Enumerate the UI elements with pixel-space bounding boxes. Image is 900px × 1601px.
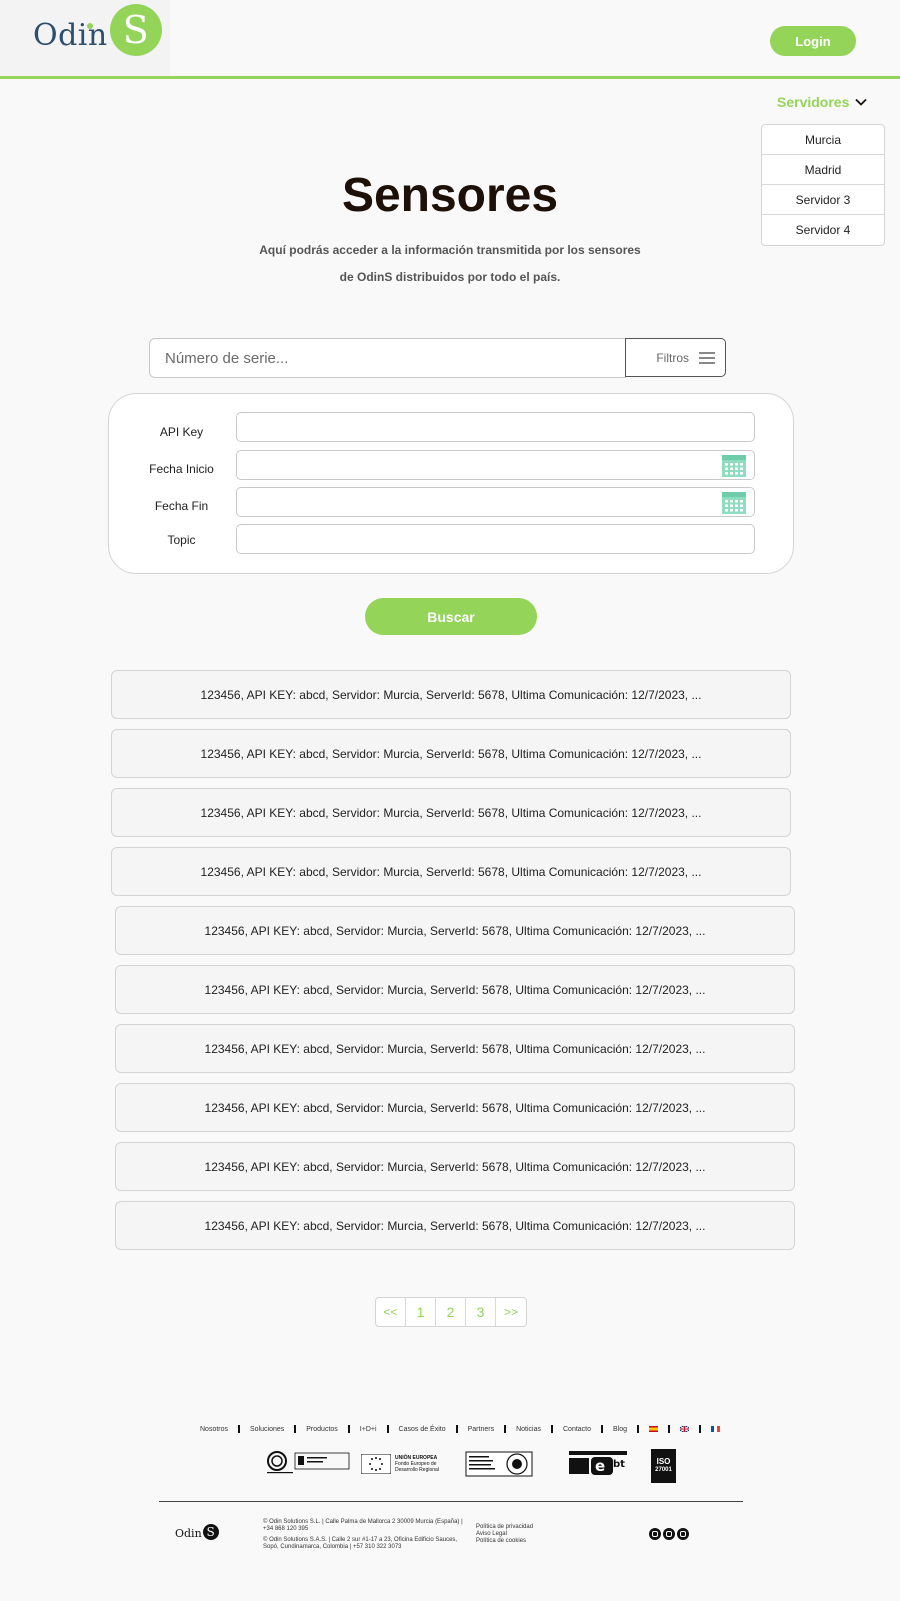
topic-input[interactable]	[236, 524, 755, 554]
logo-text: Odin	[33, 17, 108, 53]
serial-search-input[interactable]	[149, 338, 626, 378]
api-key-input[interactable]	[236, 412, 755, 442]
pagination-page-2[interactable]: 2	[436, 1298, 466, 1326]
calendar-icon[interactable]	[722, 492, 746, 514]
logo-circle: S	[109, 4, 162, 56]
footer-link-contacto[interactable]: Contacto	[553, 1426, 601, 1433]
fecha-inicio-label: Fecha Inicio	[149, 462, 214, 476]
footer-logo[interactable]: Odin S	[175, 1524, 219, 1540]
result-row[interactable]: 123456, API KEY: abcd, Servidor: Murcia,…	[115, 1201, 795, 1250]
footer-nav: Nosotros Soluciones Productos I+D+i Caso…	[190, 1425, 730, 1433]
login-button[interactable]: Login	[770, 26, 856, 56]
filters-label: Filtros	[656, 350, 689, 365]
footer-link-soluciones[interactable]: Soluciones	[240, 1426, 294, 1433]
footer-link-noticias[interactable]: Noticias	[506, 1426, 551, 1433]
address-colombia: © Odin Solutions S.A.S. | Calle 2 sur #1…	[263, 1537, 458, 1550]
filters-panel: API Key Fecha Inicio Fecha Fin Topic	[108, 393, 794, 574]
logo-area: Odin S	[0, 0, 170, 76]
social-links	[649, 1528, 689, 1540]
pagination-page-1[interactable]: 1	[406, 1298, 436, 1326]
subtitle-line-1: Aquí podrás acceder a la información tra…	[259, 243, 641, 257]
server-item-murcia[interactable]: Murcia	[762, 125, 884, 155]
iso-label: ISO	[656, 1457, 671, 1466]
filters-button[interactable]: Filtros	[625, 338, 726, 377]
footer-logo-circle: S	[202, 1524, 219, 1540]
eu-subtitle-2: Desarrollo Regional	[395, 1467, 439, 1473]
legal-links: Política de privacidad Aviso Legal Polít…	[476, 1524, 533, 1545]
page-subtitle: Aquí podrás acceder a la información tra…	[250, 237, 650, 291]
certification-logo	[465, 1451, 533, 1477]
footer-logo-text: Odin	[175, 1527, 202, 1540]
footer-divider	[159, 1501, 743, 1502]
ebt-logo: e bt	[569, 1451, 627, 1475]
pagination-page-3[interactable]: 3	[466, 1298, 496, 1326]
calendar-icon[interactable]	[722, 455, 746, 477]
flag-es-icon[interactable]	[639, 1425, 668, 1433]
topic-label: Topic	[167, 533, 196, 547]
header: Odin S Login	[0, 0, 900, 79]
privacy-policy-link[interactable]: Política de privacidad	[476, 1524, 533, 1531]
svg-text:e: e	[595, 1457, 605, 1475]
eu-logo: UNIÓN EUROPEA Fondo Europeo de Desarroll…	[361, 1454, 439, 1474]
iso-number: 27001	[655, 1467, 672, 1473]
partner-logos: UNIÓN EUROPEA Fondo Europeo de Desarroll…	[263, 1449, 683, 1485]
linkedin-icon[interactable]	[663, 1528, 675, 1540]
menu-icon	[699, 351, 715, 364]
legal-notice-link[interactable]: Aviso Legal	[476, 1531, 533, 1538]
subtitle-line-2: de OdinS distribuidos por todo el país.	[339, 270, 561, 284]
odins-logo[interactable]: Odin S	[33, 4, 162, 56]
flag-fr-icon[interactable]	[701, 1425, 730, 1433]
result-row[interactable]: 123456, API KEY: abcd, Servidor: Murcia,…	[111, 847, 791, 896]
cookies-policy-link[interactable]: Política de cookies	[476, 1538, 533, 1545]
result-row[interactable]: 123456, API KEY: abcd, Servidor: Murcia,…	[111, 788, 791, 837]
fecha-inicio-input[interactable]	[236, 450, 755, 480]
footer-link-partners[interactable]: Partners	[458, 1426, 504, 1433]
servers-dropdown-toggle[interactable]: Servidores	[777, 94, 868, 110]
result-row[interactable]: 123456, API KEY: abcd, Servidor: Murcia,…	[115, 906, 795, 955]
svg-text:bt: bt	[613, 1459, 625, 1470]
logo-dot	[87, 23, 93, 29]
page-title: Sensores	[341, 169, 559, 222]
footer-link-productos[interactable]: Productos	[296, 1426, 348, 1433]
iso-27001-logo: ISO 27001	[651, 1449, 676, 1483]
footer-link-nosotros[interactable]: Nosotros	[190, 1426, 238, 1433]
api-key-label: API Key	[159, 425, 204, 439]
fecha-fin-label: Fecha Fin	[154, 499, 209, 513]
footer-link-idi[interactable]: I+D+i	[350, 1426, 387, 1433]
result-row[interactable]: 123456, API KEY: abcd, Servidor: Murcia,…	[115, 1083, 795, 1132]
instagram-icon[interactable]	[649, 1528, 661, 1540]
buscar-button[interactable]: Buscar	[365, 598, 537, 635]
result-row[interactable]: 123456, API KEY: abcd, Servidor: Murcia,…	[111, 670, 791, 719]
flag-uk-icon[interactable]	[670, 1425, 699, 1433]
footer-link-casos[interactable]: Casos de Éxito	[389, 1426, 456, 1433]
result-row[interactable]: 123456, API KEY: abcd, Servidor: Murcia,…	[111, 729, 791, 778]
pagination-next[interactable]: >>	[496, 1298, 526, 1326]
pagination-prev[interactable]: <<	[376, 1298, 406, 1326]
youtube-icon[interactable]	[677, 1528, 689, 1540]
pagination: << 1 2 3 >>	[375, 1297, 527, 1327]
eu-flag-icon	[361, 1454, 391, 1474]
result-row[interactable]: 123456, API KEY: abcd, Servidor: Murcia,…	[115, 1142, 795, 1191]
result-row[interactable]: 123456, API KEY: abcd, Servidor: Murcia,…	[115, 1024, 795, 1073]
result-row[interactable]: 123456, API KEY: abcd, Servidor: Murcia,…	[115, 965, 795, 1014]
chevron-down-icon	[855, 98, 868, 106]
servers-label: Servidores	[777, 94, 850, 110]
footer-link-blog[interactable]: Blog	[603, 1426, 637, 1433]
address-spain: © Odin Solutions S.L. | Calle Palma de M…	[263, 1519, 463, 1532]
government-logo	[267, 1451, 350, 1474]
fecha-fin-input[interactable]	[236, 487, 755, 517]
